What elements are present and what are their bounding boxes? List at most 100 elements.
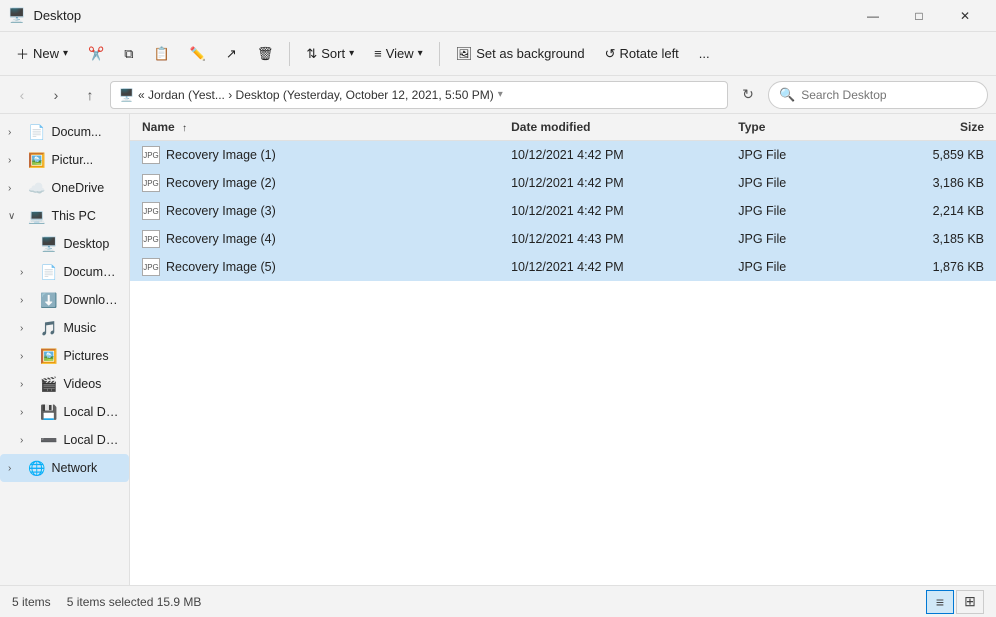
refresh-button[interactable]: ↻ [734, 81, 762, 109]
sidebar-item-videos[interactable]: › 🎬 Videos [0, 370, 129, 398]
file-name-cell: JPG Recovery Image (1) [130, 141, 499, 170]
sidebar-item-documents[interactable]: › 📄 Documen... [0, 258, 129, 286]
sidebar-item-network[interactable]: › 🌐 Network [0, 454, 129, 482]
sidebar-item-local-disk-c[interactable]: › 💾 Local Disk [0, 398, 129, 426]
jpg-file-icon: JPG [142, 146, 160, 164]
delete-icon: 🗑 [257, 46, 274, 62]
file-size-cell: 5,859 KB [868, 141, 996, 170]
chevron-icon: ∨ [8, 211, 22, 222]
search-input[interactable] [801, 88, 977, 102]
sidebar-item-label: Documen... [63, 265, 121, 279]
search-bar: 🔍 [768, 81, 988, 109]
rename-button[interactable]: ✏️ [182, 38, 214, 70]
sidebar-item-label: This PC [51, 209, 95, 223]
file-name-cell: JPG Recovery Image (3) [130, 197, 499, 225]
sidebar-item-label: Pictures [63, 349, 108, 363]
file-name: Recovery Image (4) [166, 232, 276, 246]
col-header-name[interactable]: Name ↑ [130, 114, 499, 141]
breadcrumb[interactable]: 🖥️ « Jordan (Yest... › Desktop (Yesterda… [110, 81, 728, 109]
sidebar-item-label: Videos [63, 377, 101, 391]
new-icon: ＋ [16, 44, 29, 63]
rename-icon: ✏️ [190, 46, 206, 62]
more-button[interactable]: ... [691, 38, 718, 70]
sidebar-item-desktop[interactable]: 🖥️ Desktop [0, 230, 129, 258]
paste-button[interactable]: 📋 [146, 38, 178, 70]
sidebar-icon: 💾 [40, 404, 57, 421]
file-table: Name ↑ Date modified Type Size [130, 114, 996, 281]
sidebar-item-documents-pinned[interactable]: › 📄 Docum... [0, 118, 129, 146]
up-button[interactable]: ↑ [76, 81, 104, 109]
breadcrumb-path: « Jordan (Yest... › Desktop (Yesterday, … [138, 88, 494, 102]
col-header-size[interactable]: Size [868, 114, 996, 141]
toolbar: ＋ New ▾ ✂️ ⧉ 📋 ✏️ ↗ 🗑 ⇅ Sort ▾ ≡ View ▾ … [0, 32, 996, 76]
sidebar-icon: 🖼️ [40, 348, 57, 365]
file-name: Recovery Image (2) [166, 176, 276, 190]
minimize-button[interactable]: — [850, 0, 896, 32]
sidebar-item-downloads[interactable]: › ⬇️ Downloads [0, 286, 129, 314]
chevron-icon: › [8, 127, 22, 138]
table-row[interactable]: JPG Recovery Image (4) 10/12/2021 4:43 P… [130, 225, 996, 253]
window-icon: 🖥️ [8, 7, 25, 24]
maximize-button[interactable]: □ [896, 0, 942, 32]
jpg-file-icon: JPG [142, 174, 160, 192]
new-button[interactable]: ＋ New ▾ [8, 38, 76, 70]
tiles-view-button[interactable]: ⊞ [956, 590, 984, 614]
file-size-cell: 3,186 KB [868, 169, 996, 197]
col-header-type[interactable]: Type [726, 114, 868, 141]
view-icon: ≡ [374, 46, 382, 61]
table-row[interactable]: JPG Recovery Image (1) 10/12/2021 4:42 P… [130, 141, 996, 170]
sidebar-icon: 🖼️ [28, 152, 45, 169]
forward-button[interactable]: › [42, 81, 70, 109]
sidebar-item-pictures-pinned[interactable]: › 🖼️ Pictur... [0, 146, 129, 174]
details-view-button[interactable]: ≡ [926, 590, 954, 614]
sidebar-item-local-disk-d[interactable]: › ➖ Local Disk [0, 426, 129, 454]
address-bar: ‹ › ↑ 🖥️ « Jordan (Yest... › Desktop (Ye… [0, 76, 996, 114]
sort-chevron-icon: ▾ [349, 48, 354, 59]
file-size-cell: 1,876 KB [868, 253, 996, 281]
main-layout: › 📄 Docum... › 🖼️ Pictur... › ☁️ OneDriv… [0, 114, 996, 585]
share-button[interactable]: ↗ [218, 38, 245, 70]
set-background-button[interactable]: 🖼 Set as background [448, 38, 593, 70]
table-row[interactable]: JPG Recovery Image (3) 10/12/2021 4:42 P… [130, 197, 996, 225]
sidebar-item-label: Docum... [51, 125, 101, 139]
sidebar-icon: ➖ [40, 432, 57, 449]
details-view-icon: ≡ [936, 594, 944, 610]
title-bar-left: 🖥️ Desktop [8, 7, 81, 24]
sidebar-item-label: Network [51, 461, 97, 475]
close-button[interactable]: ✕ [942, 0, 988, 32]
file-icon-group: JPG Recovery Image (3) [142, 202, 276, 220]
col-header-date[interactable]: Date modified [499, 114, 726, 141]
sidebar-item-label: Desktop [63, 237, 109, 251]
view-button[interactable]: ≡ View ▾ [366, 38, 431, 70]
cut-button[interactable]: ✂️ [80, 38, 112, 70]
file-type-cell: JPG File [726, 169, 868, 197]
file-type-cell: JPG File [726, 253, 868, 281]
file-icon-group: JPG Recovery Image (1) [142, 146, 276, 164]
chevron-icon: › [8, 463, 22, 474]
view-chevron-icon: ▾ [418, 48, 423, 59]
file-name-cell: JPG Recovery Image (5) [130, 253, 499, 281]
chevron-icon: › [20, 435, 34, 446]
sidebar-item-this-pc[interactable]: ∨ 💻 This PC [0, 202, 129, 230]
status-bar: 5 items 5 items selected 15.9 MB ≡ ⊞ [0, 585, 996, 617]
back-button[interactable]: ‹ [8, 81, 36, 109]
sidebar-item-label: Music [63, 321, 96, 335]
file-name: Recovery Image (5) [166, 260, 276, 274]
table-row[interactable]: JPG Recovery Image (5) 10/12/2021 4:42 P… [130, 253, 996, 281]
copy-button[interactable]: ⧉ [116, 38, 141, 70]
delete-button[interactable]: 🗑 [249, 38, 282, 70]
title-bar-controls: — □ ✕ [850, 0, 988, 32]
file-area: Name ↑ Date modified Type Size [130, 114, 996, 585]
tiles-view-icon: ⊞ [964, 593, 976, 610]
file-name: Recovery Image (1) [166, 148, 276, 162]
table-row[interactable]: JPG Recovery Image (2) 10/12/2021 4:42 P… [130, 169, 996, 197]
file-date-cell: 10/12/2021 4:42 PM [499, 253, 726, 281]
item-count: 5 items [12, 595, 51, 609]
rotate-left-button[interactable]: ↺ Rotate left [597, 38, 687, 70]
sidebar-item-pictures[interactable]: › 🖼️ Pictures [0, 342, 129, 370]
separator2 [439, 42, 440, 66]
sort-button[interactable]: ⇅ Sort ▾ [298, 38, 362, 70]
sidebar-item-onedrive[interactable]: › ☁️ OneDrive [0, 174, 129, 202]
sidebar-item-music[interactable]: › 🎵 Music [0, 314, 129, 342]
sidebar-item-label: Local Disk [63, 433, 121, 447]
